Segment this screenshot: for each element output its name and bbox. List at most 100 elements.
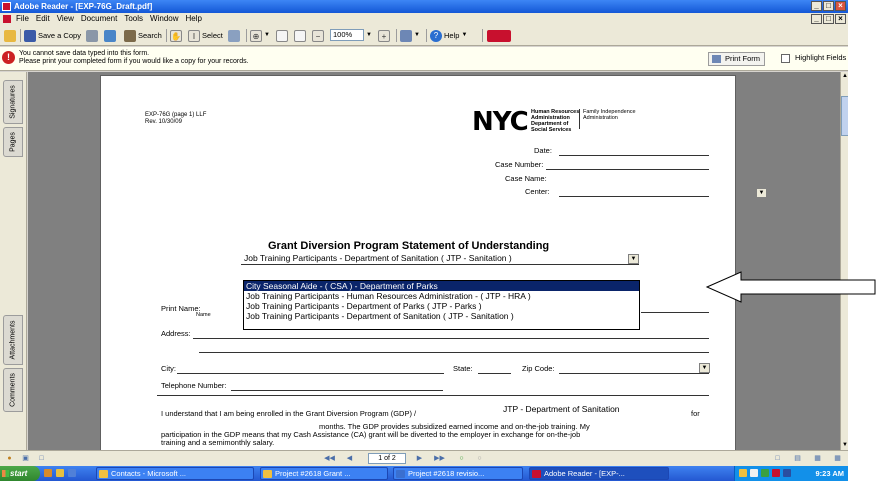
city-field[interactable] bbox=[177, 373, 444, 374]
last-page-button[interactable]: ▶▶ bbox=[434, 453, 445, 464]
adobe-reader-icon bbox=[532, 470, 541, 478]
telephone-field[interactable] bbox=[231, 390, 443, 391]
first-page-button[interactable]: ◀◀ bbox=[324, 453, 335, 464]
tray-antivirus-icon[interactable] bbox=[772, 469, 780, 477]
agency-line-4: Social Services bbox=[531, 127, 572, 133]
center-field[interactable] bbox=[559, 196, 709, 197]
tray-monitor-icon[interactable] bbox=[783, 469, 791, 477]
next-page-button[interactable]: ▶ bbox=[414, 453, 425, 464]
tab-attachments[interactable]: Attachments bbox=[3, 315, 23, 365]
program-select-value[interactable]: Job Training Participants - Department o… bbox=[244, 253, 512, 263]
taskbar-item-project-grant[interactable]: Project #2618 Grant ... bbox=[260, 467, 388, 480]
tab-signatures[interactable]: Signatures bbox=[3, 80, 23, 124]
scroll-down-icon[interactable]: ▼ bbox=[841, 441, 848, 450]
help-button[interactable]: ? Help ▼ bbox=[430, 28, 467, 43]
menu-window[interactable]: Window bbox=[150, 13, 178, 25]
facing-view-icon[interactable]: ▦ bbox=[812, 453, 823, 464]
menu-view[interactable]: View bbox=[57, 13, 74, 25]
tray-folder-icon[interactable] bbox=[739, 469, 747, 477]
close-button[interactable]: × bbox=[835, 1, 846, 11]
previous-view-button[interactable]: ○ bbox=[456, 453, 467, 464]
scroll-thumb[interactable] bbox=[841, 96, 848, 136]
zip-field[interactable] bbox=[559, 373, 709, 374]
text-cursor-icon: I bbox=[188, 29, 200, 42]
print-form-button[interactable]: Print Form bbox=[708, 52, 765, 66]
taskbar-item-contacts[interactable]: Contacts - Microsoft ... bbox=[96, 467, 254, 480]
hand-tool-button[interactable]: ✋ bbox=[170, 28, 182, 43]
zoom-out-button[interactable]: − bbox=[312, 28, 324, 43]
tab-comments[interactable]: Comments bbox=[3, 368, 23, 412]
state-field[interactable] bbox=[478, 373, 511, 374]
dropdown-option-csa[interactable]: City Seasonal Aide - ( CSA ) - Departmen… bbox=[244, 281, 639, 291]
menu-edit[interactable]: Edit bbox=[36, 13, 50, 25]
vertical-scrollbar[interactable]: ▲ ▼ bbox=[840, 72, 848, 450]
actual-size-button[interactable] bbox=[276, 28, 288, 43]
menu-tools[interactable]: Tools bbox=[124, 13, 143, 25]
zip-dropdown-button[interactable]: ▼ bbox=[699, 363, 710, 373]
message-line-1: You cannot save data typed into this for… bbox=[19, 50, 150, 57]
document-view[interactable]: EXP-76G (page 1) LLF Rev. 10/30/09 NYC H… bbox=[28, 72, 840, 450]
date-field[interactable] bbox=[559, 155, 709, 156]
zoom-level-input[interactable]: 100% bbox=[330, 29, 364, 41]
paragraph-program-field[interactable]: JTP - Department of Sanitation bbox=[503, 404, 620, 414]
chevron-down-icon: ▼ bbox=[366, 32, 372, 38]
paragraph-line-1: I understand that I am being enrolled in… bbox=[161, 409, 417, 418]
next-view-button[interactable]: ○ bbox=[474, 453, 485, 464]
print-name-field[interactable] bbox=[641, 312, 709, 313]
dropdown-option-jtp-hra[interactable]: Job Training Participants - Human Resour… bbox=[244, 291, 639, 301]
open-button[interactable] bbox=[4, 28, 16, 43]
date-label: Date: bbox=[534, 146, 552, 155]
continuous-view-icon[interactable]: ▤ bbox=[792, 453, 803, 464]
select-tool-button[interactable]: I Select bbox=[188, 28, 223, 43]
doc-restore-button[interactable]: □ bbox=[823, 14, 834, 24]
start-button[interactable]: start bbox=[0, 466, 40, 481]
taskbar-item-project-grant-label: Project #2618 Grant ... bbox=[275, 469, 351, 478]
left-arrow-annotation bbox=[705, 271, 876, 303]
doc-close-button[interactable]: × bbox=[835, 14, 846, 24]
program-dropdown-button[interactable]: ▼ bbox=[628, 254, 639, 264]
quicklaunch-folder-icon[interactable] bbox=[56, 469, 64, 477]
dropdown-option-jtp-sanitation[interactable]: Job Training Participants - Department o… bbox=[244, 311, 639, 321]
tab-pages[interactable]: Pages bbox=[3, 127, 23, 157]
search-icon bbox=[124, 29, 136, 42]
taskbar-item-adobe-reader[interactable]: Adobe Reader - [EXP-... bbox=[529, 467, 669, 480]
page-number-input[interactable]: 1 of 2 bbox=[368, 453, 406, 464]
highlight-fields-checkbox[interactable] bbox=[781, 54, 790, 63]
case-number-field[interactable] bbox=[546, 169, 709, 170]
message-line-2: Please print your completed form if you … bbox=[19, 58, 249, 65]
maximize-button[interactable]: □ bbox=[823, 1, 834, 11]
quicklaunch-firefox-icon[interactable] bbox=[44, 469, 52, 477]
snapshot-button[interactable] bbox=[228, 28, 240, 43]
highlight-fields-label: Highlight Fields bbox=[795, 53, 847, 62]
minimize-button[interactable]: _ bbox=[811, 1, 822, 11]
dropdown-option-jtp-parks[interactable]: Job Training Participants - Department o… bbox=[244, 301, 639, 311]
address-field-1[interactable] bbox=[193, 338, 709, 339]
tray-network-icon[interactable] bbox=[750, 469, 758, 477]
previous-page-button[interactable]: ◀ bbox=[344, 453, 355, 464]
center-dropdown-button[interactable]: ▼ bbox=[756, 188, 767, 198]
scroll-up-icon[interactable]: ▲ bbox=[841, 72, 848, 81]
save-copy-button[interactable]: Save a Copy bbox=[24, 28, 81, 43]
rotate-button[interactable]: ▼ bbox=[400, 28, 420, 43]
tray-security-icon[interactable] bbox=[761, 469, 769, 477]
program-dropdown-list[interactable]: City Seasonal Aide - ( CSA ) - Departmen… bbox=[243, 280, 640, 330]
rotate-icon bbox=[400, 29, 412, 42]
menu-document[interactable]: Document bbox=[81, 13, 117, 25]
menu-help[interactable]: Help bbox=[186, 13, 202, 25]
print-form-label: Print Form bbox=[724, 54, 760, 63]
save-copy-label: Save a Copy bbox=[38, 31, 81, 40]
menu-file[interactable]: File bbox=[16, 13, 29, 25]
search-button[interactable]: Search bbox=[124, 28, 162, 43]
continuous-facing-view-icon[interactable]: ▦ bbox=[832, 453, 843, 464]
taskbar-item-project-revision[interactable]: Project #2618 revisio... bbox=[393, 467, 523, 480]
zoom-tool-button[interactable]: ⊕ ▼ bbox=[250, 28, 270, 43]
email-button[interactable] bbox=[104, 28, 116, 43]
zoom-in-button[interactable]: + bbox=[378, 28, 390, 43]
zoom-dropdown-button[interactable]: ▼ bbox=[366, 28, 372, 43]
address-field-2[interactable] bbox=[199, 352, 709, 353]
quicklaunch-ie-icon[interactable] bbox=[68, 469, 76, 477]
doc-minimize-button[interactable]: _ bbox=[811, 14, 822, 24]
print-button[interactable] bbox=[86, 28, 98, 43]
fit-page-button[interactable] bbox=[294, 28, 306, 43]
single-page-view-icon[interactable]: □ bbox=[772, 453, 783, 464]
